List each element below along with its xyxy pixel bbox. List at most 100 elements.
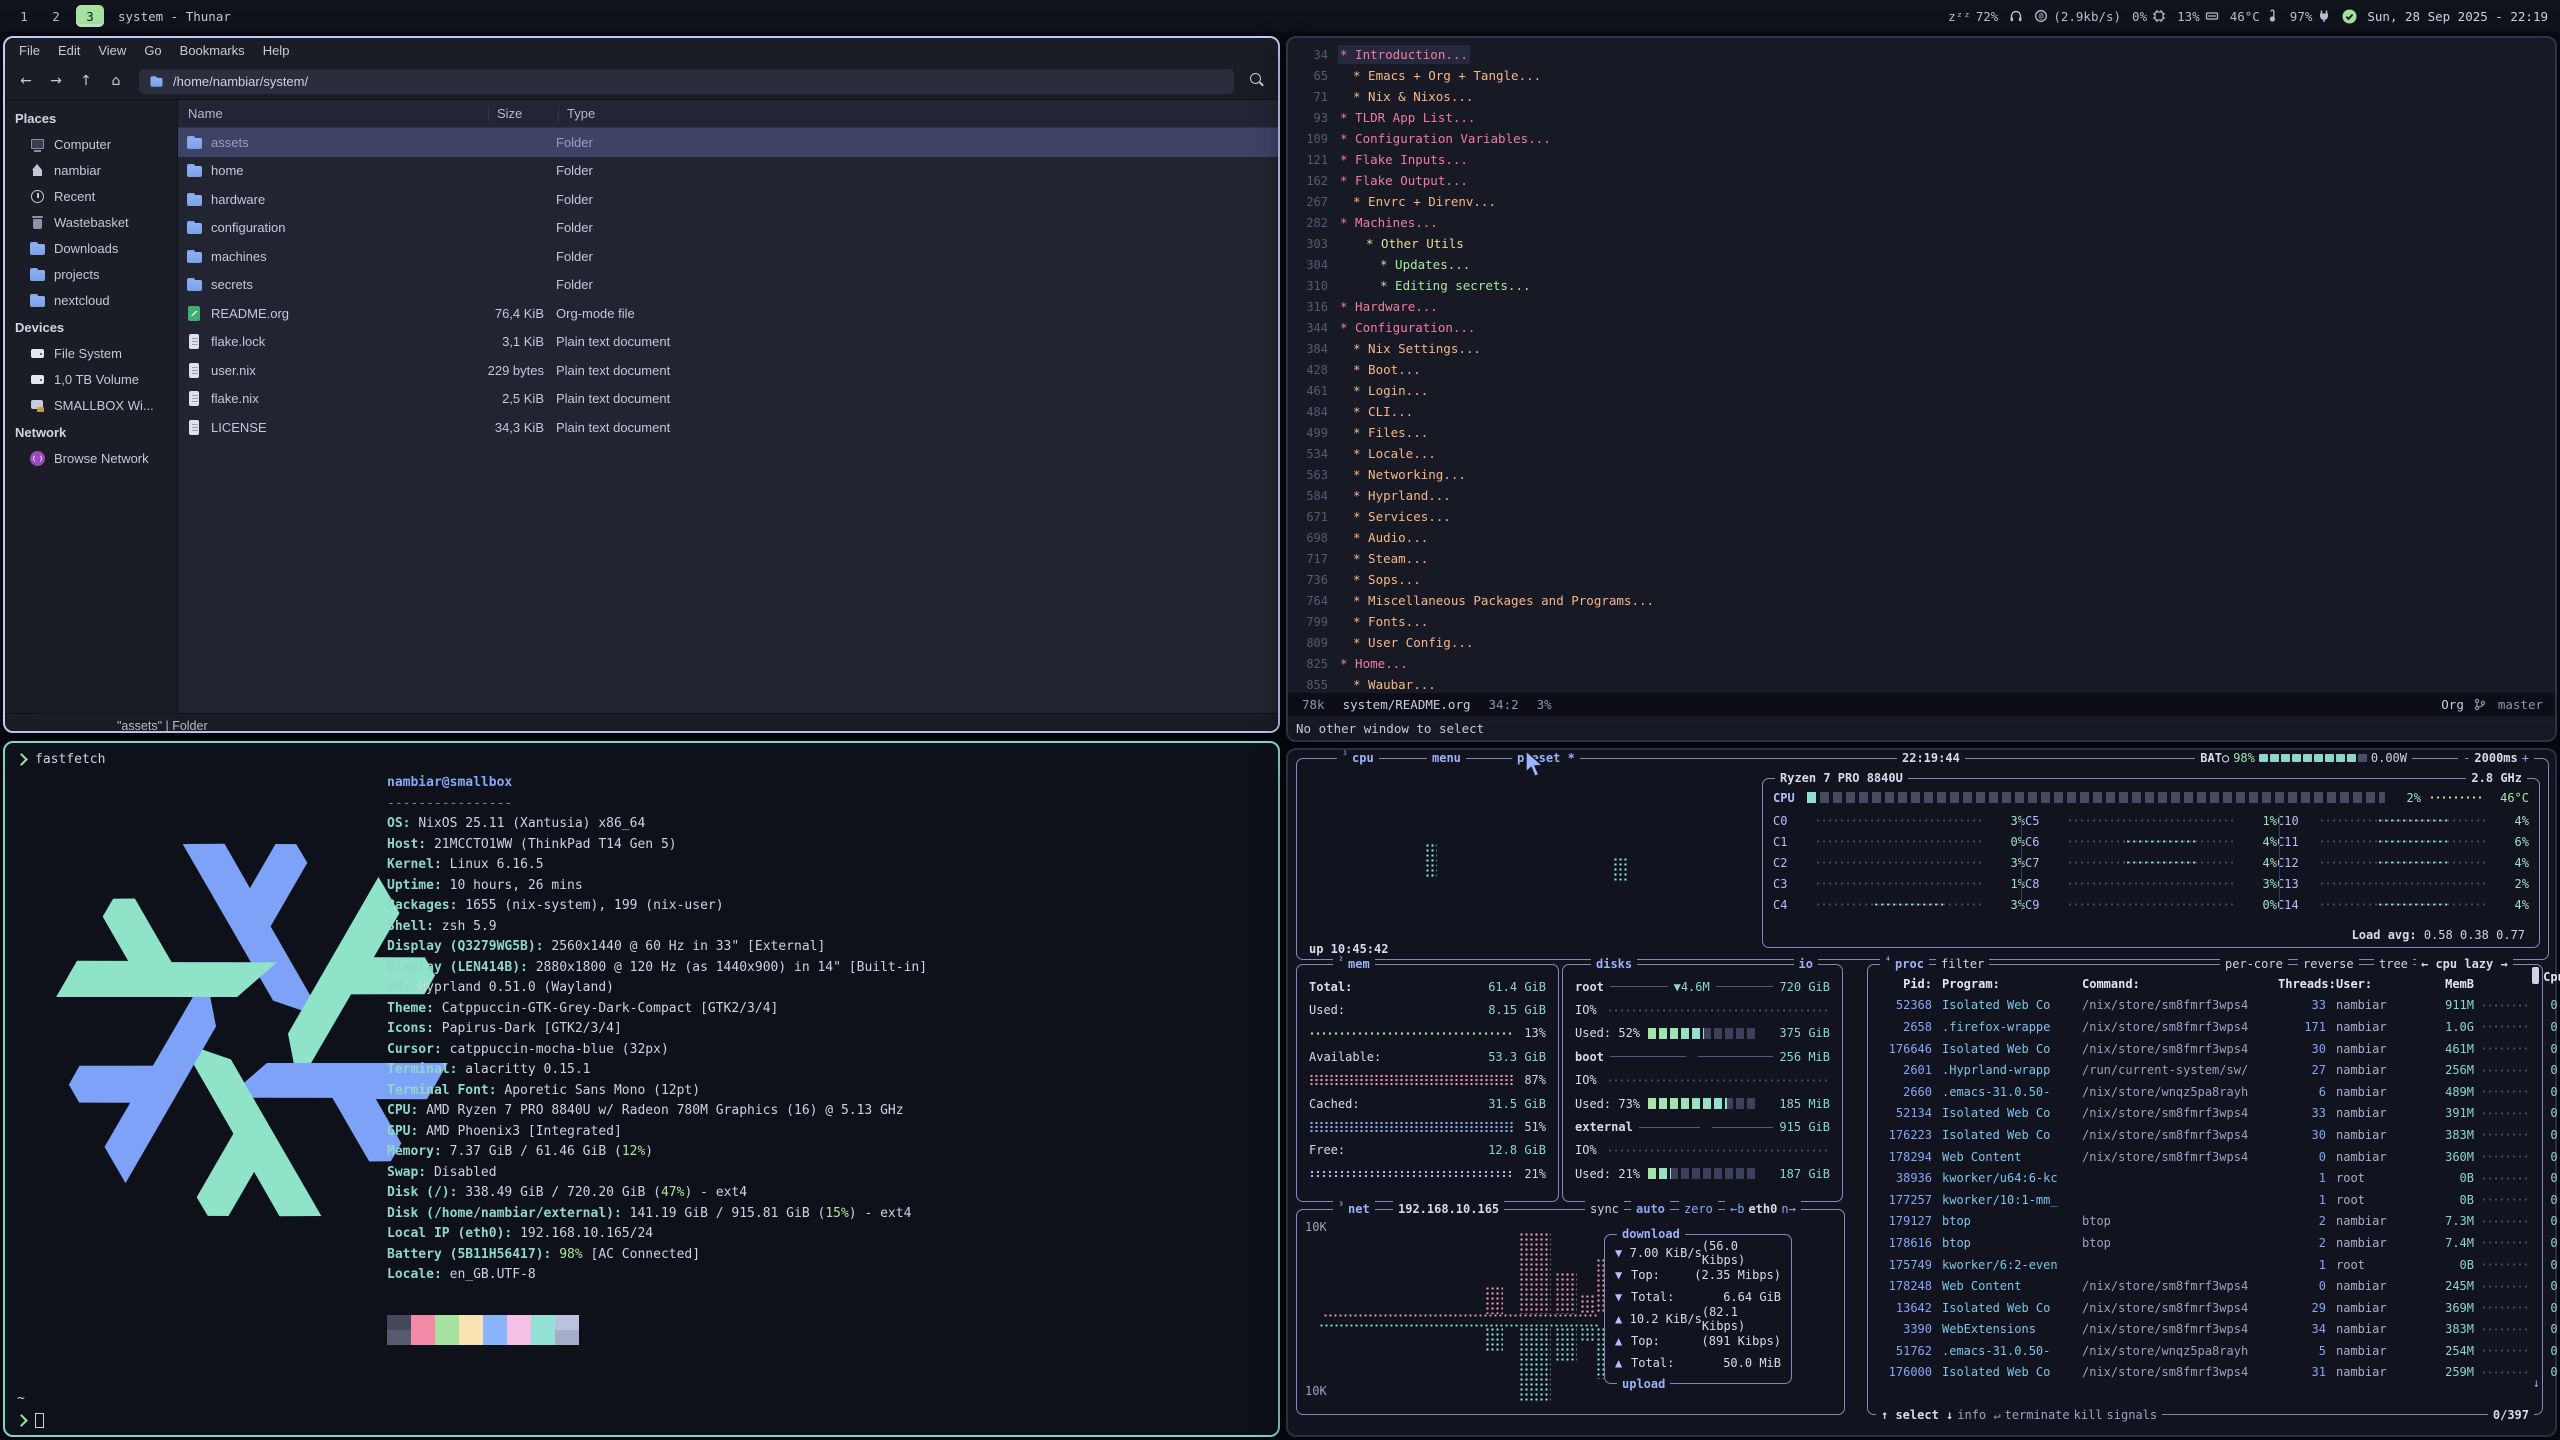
process-row[interactable]: 51762 .emacs-31.0.50- /nix/store/wnqz5pa… (1868, 1340, 2542, 1362)
idle-inhibitor-module[interactable]: zᶻᶻ 72% (1948, 9, 1998, 24)
shell-prompt[interactable] (17, 1413, 44, 1428)
audio-module[interactable] (2009, 9, 2023, 23)
process-row[interactable]: 38936 kworker/u64:6-kc 1 root 0B 0.0 (1868, 1167, 2542, 1189)
search-button[interactable] (1244, 69, 1270, 93)
process-row[interactable]: 179127 btop btop 2 nambiar 7.3M 0.0 (1868, 1211, 2542, 1233)
sidebar-item[interactable]: File System (5, 340, 177, 366)
menu-item[interactable]: File (11, 41, 48, 60)
sidebar-item[interactable]: Browse Network (5, 445, 177, 471)
workspace-button[interactable]: 3 (76, 5, 104, 27)
process-row[interactable]: 2660 .emacs-31.0.50- /nix/store/wnqz5pa8… (1868, 1081, 2542, 1103)
file-row[interactable]: flake.lock 3,1 KiB Plain text document (178, 328, 1278, 357)
sidebar-item[interactable]: nambiar (5, 157, 177, 183)
file-row[interactable]: assets Folder (178, 128, 1278, 157)
io-label[interactable]: io (1799, 956, 1813, 972)
info-key[interactable]: info ↵ (1957, 1407, 2000, 1423)
file-row[interactable]: README.org 76,4 KiB Org-mode file (178, 299, 1278, 328)
mem-tab[interactable]: ² mem (1333, 956, 1375, 972)
column-size[interactable]: Size (488, 106, 558, 121)
editor-buffer[interactable]: 34 * Introduction... 65 * Emacs + Org + … (1288, 38, 2555, 695)
process-row[interactable]: 3390 WebExtensions /nix/store/sm8fmrf3wp… (1868, 1319, 2542, 1341)
process-row[interactable]: 176000 Isolated Web Co /nix/store/sm8fmr… (1868, 1362, 2542, 1384)
process-row[interactable]: 176223 Isolated Web Co /nix/store/sm8fmr… (1868, 1124, 2542, 1146)
workspace-button[interactable]: 2 (44, 5, 68, 27)
menu-item[interactable]: Bookmarks (172, 41, 253, 60)
sync-toggle[interactable]: sync (1590, 1201, 1619, 1217)
sidebar-item[interactable]: Downloads (5, 235, 177, 261)
process-row[interactable]: 2658 .firefox-wrappe /nix/store/sm8fmrf3… (1868, 1016, 2542, 1038)
cpu-header[interactable]: Cpu% ↑ (2538, 970, 2560, 998)
terminate-key[interactable]: terminate (2005, 1407, 2070, 1423)
threads-header[interactable]: Threads: (2278, 977, 2326, 991)
kill-key[interactable]: kill (2074, 1407, 2103, 1423)
temperature-module[interactable]: 46°C (2230, 9, 2279, 24)
net-tab[interactable]: ³ net (1333, 1201, 1375, 1217)
sort-column-selector[interactable]: ← cpu lazy → (2421, 956, 2508, 972)
workspace-button[interactable]: 1 (12, 5, 36, 27)
sidebar-item[interactable]: 1,0 TB Volume (5, 366, 177, 392)
menu-button[interactable]: menu (1427, 750, 1466, 766)
reverse-toggle[interactable]: reverse (2303, 956, 2354, 972)
menu-item[interactable]: Go (136, 41, 169, 60)
terminal-window[interactable]: fastfetch nambiar@smallbox (3, 741, 1280, 1437)
process-row[interactable]: 2601 .Hyprland-wrapp /run/current-system… (1868, 1059, 2542, 1081)
auto-toggle[interactable]: auto (1636, 1201, 1665, 1217)
proc-tab[interactable]: ⁴ proc (1880, 956, 1929, 972)
pid-header[interactable]: Pid: (1868, 977, 1932, 991)
process-row[interactable]: 52368 Isolated Web Co /nix/store/sm8fmrf… (1868, 995, 2542, 1017)
process-row[interactable]: 13642 Isolated Web Co /nix/store/sm8fmrf… (1868, 1297, 2542, 1319)
file-row[interactable]: configuration Folder (178, 214, 1278, 243)
process-row[interactable]: 177257 kworker/10:1-mm_ 1 root 0B 0.0 (1868, 1189, 2542, 1211)
process-row[interactable]: 52134 Isolated Web Co /nix/store/sm8fmrf… (1868, 1103, 2542, 1125)
file-row[interactable]: machines Folder (178, 242, 1278, 271)
forward-button[interactable]: → (43, 69, 69, 93)
process-row[interactable]: 176646 Isolated Web Co /nix/store/sm8fmr… (1868, 1038, 2542, 1060)
menu-item[interactable]: Help (255, 41, 298, 60)
process-row[interactable]: 178248 Web Content /nix/store/sm8fmrf3wp… (1868, 1275, 2542, 1297)
menu-item[interactable]: View (90, 41, 134, 60)
file-row[interactable]: flake.nix 2,5 KiB Plain text document (178, 385, 1278, 414)
sidebar-item[interactable]: Computer (5, 131, 177, 157)
disks-tab-label[interactable]: disks (1596, 956, 1632, 972)
column-type[interactable]: Type (558, 106, 1278, 121)
file-row[interactable]: LICENSE 34,3 KiB Plain text document (178, 413, 1278, 442)
interface-switcher[interactable]: ←b eth0 n→ (1725, 1201, 1801, 1217)
refresh-rate-control[interactable]: - 2000ms + (2458, 750, 2534, 766)
tree-toggle[interactable]: tree (2379, 956, 2408, 972)
mem-header[interactable]: MemB (2418, 977, 2474, 991)
clock-module[interactable]: Sun, 28 Sep 2025 - 22:19 (2367, 9, 2548, 24)
zero-toggle[interactable]: zero (1684, 1201, 1713, 1217)
back-button[interactable]: ← (13, 69, 39, 93)
sidebar-item[interactable]: Wastebasket (5, 209, 177, 235)
home-button[interactable]: ⌂ (103, 69, 129, 93)
sidebar-item[interactable]: SMALLBOX Wi... (5, 392, 177, 418)
sidebar-item[interactable]: nextcloud (5, 287, 177, 313)
path-bar[interactable]: /home/nambiar/system/ (139, 69, 1234, 94)
file-row[interactable]: home Folder (178, 157, 1278, 186)
cpu-module[interactable]: 0% (2132, 9, 2166, 24)
select-key[interactable]: ↑ select ↓ (1881, 1407, 1953, 1423)
menu-item[interactable]: Edit (50, 41, 88, 60)
filter-button[interactable]: filter (1941, 956, 1984, 972)
memory-module[interactable]: 13% (2177, 9, 2219, 24)
column-name[interactable]: Name (178, 106, 488, 121)
battery-module[interactable]: 97% (2290, 9, 2332, 24)
up-button[interactable]: ↑ (73, 69, 99, 93)
process-scrollbar-thumb[interactable] (2532, 967, 2539, 984)
refresh-plus-button[interactable]: + (2522, 750, 2529, 766)
file-row[interactable]: user.nix 229 bytes Plain text document (178, 356, 1278, 385)
updates-module[interactable] (2342, 9, 2356, 23)
process-row[interactable]: 178294 Web Content /nix/store/sm8fmrf3wp… (1868, 1146, 2542, 1168)
scroll-down-arrow-icon[interactable]: ↓ (2533, 1376, 2540, 1390)
program-header[interactable]: Program: (1932, 977, 2080, 991)
per-core-toggle[interactable]: per-core (2225, 956, 2283, 972)
user-header[interactable]: User: (2326, 977, 2418, 991)
sidebar-item[interactable]: projects (5, 261, 177, 287)
file-row[interactable]: secrets Folder (178, 271, 1278, 300)
sidebar-item[interactable]: Recent (5, 183, 177, 209)
process-row[interactable]: 175749 kworker/6:2-even 1 root 0B 0.0 (1868, 1254, 2542, 1276)
refresh-minus-button[interactable]: - (2463, 750, 2470, 766)
file-row[interactable]: hardware Folder (178, 185, 1278, 214)
network-module[interactable]: @ (2.9kb/s) (2034, 9, 2121, 24)
signals-key[interactable]: signals (2107, 1407, 2158, 1423)
